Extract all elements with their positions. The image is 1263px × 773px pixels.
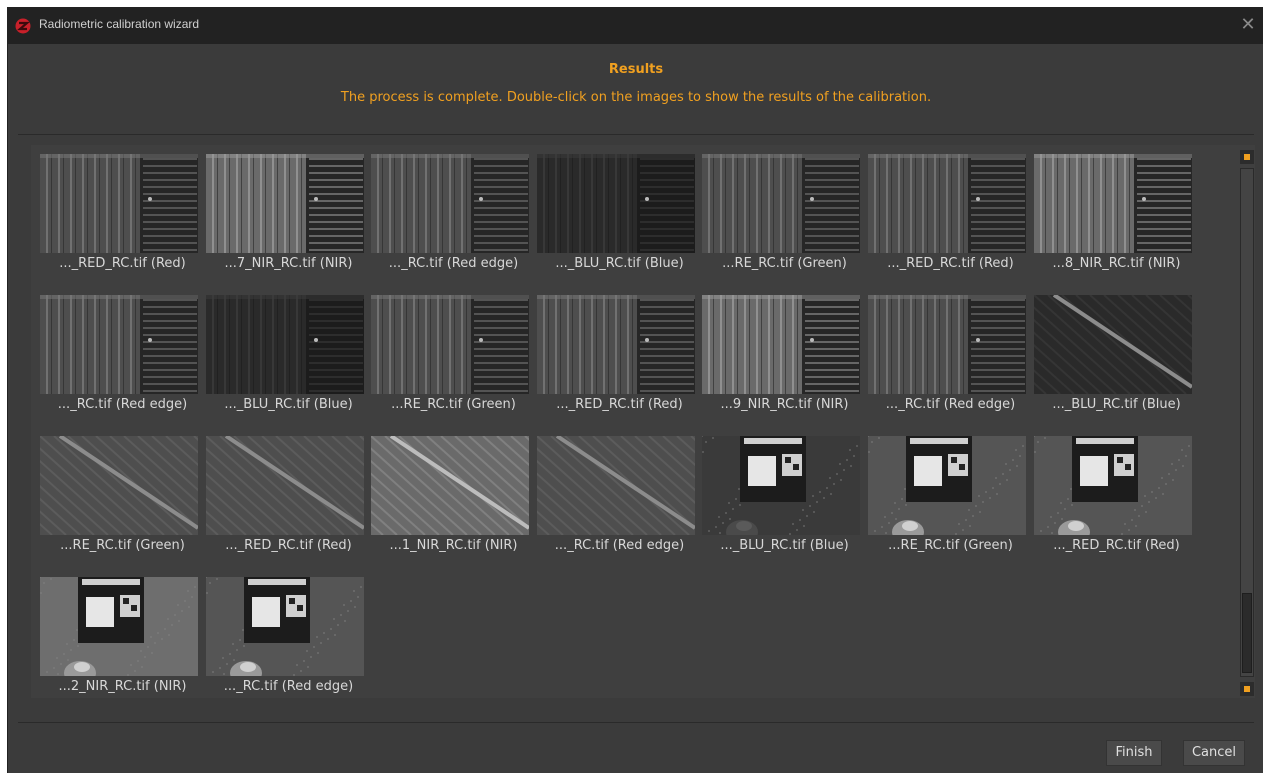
image-thumbnail[interactable]	[868, 436, 1026, 535]
results-title: Results	[608, 62, 664, 77]
results-description: The process is complete. Double-click on…	[340, 90, 932, 105]
image-tile[interactable]: ..._BLU_RC.tif (Blue)	[1034, 295, 1199, 436]
image-label: ..._RED_RC.tif (Red)	[887, 256, 1014, 271]
image-thumbnail[interactable]	[206, 577, 364, 676]
image-label: ...2_NIR_RC.tif (NIR)	[58, 679, 187, 694]
image-label: ..._RC.tif (Red edge)	[57, 397, 188, 412]
image-thumbnail[interactable]	[40, 436, 198, 535]
image-thumbnail[interactable]	[537, 295, 695, 394]
image-tile[interactable]: ..._BLU_RC.tif (Blue)	[702, 436, 867, 577]
image-label: ..._RC.tif (Red edge)	[223, 679, 354, 694]
image-thumbnail[interactable]	[206, 154, 364, 253]
scrollbar-track[interactable]	[1240, 168, 1254, 677]
image-label: ...RE_RC.tif (Green)	[722, 256, 847, 271]
image-label: ..._BLU_RC.tif (Blue)	[555, 256, 684, 271]
image-thumbnail[interactable]	[371, 154, 529, 253]
image-thumbnail[interactable]	[206, 295, 364, 394]
image-thumbnail[interactable]	[371, 295, 529, 394]
image-thumbnail[interactable]	[702, 295, 860, 394]
image-tile[interactable]: ..._RED_RC.tif (Red)	[40, 154, 205, 295]
image-tile[interactable]: ...8_NIR_RC.tif (NIR)	[1034, 154, 1199, 295]
image-label: ..._BLU_RC.tif (Blue)	[1052, 397, 1181, 412]
image-label: ...9_NIR_RC.tif (NIR)	[720, 397, 849, 412]
image-label: ...RE_RC.tif (Green)	[888, 538, 1013, 553]
image-tile[interactable]: ...9_NIR_RC.tif (NIR)	[702, 295, 867, 436]
image-label: ..._BLU_RC.tif (Blue)	[720, 538, 849, 553]
image-tile[interactable]: ..._RED_RC.tif (Red)	[206, 436, 371, 577]
title-bar: Radiometric calibration wizard ✕	[8, 7, 1263, 44]
image-tile[interactable]: ...7_NIR_RC.tif (NIR)	[206, 154, 371, 295]
image-tile[interactable]: ..._BLU_RC.tif (Blue)	[206, 295, 371, 436]
footer-divider	[18, 722, 1254, 723]
close-icon[interactable]: ✕	[1238, 15, 1258, 35]
image-tile[interactable]: ..._RC.tif (Red edge)	[868, 295, 1033, 436]
image-label: ...RE_RC.tif (Green)	[391, 397, 516, 412]
image-label: ..._RED_RC.tif (Red)	[225, 538, 352, 553]
image-label: ..._RED_RC.tif (Red)	[59, 256, 186, 271]
image-label: ..._RC.tif (Red edge)	[388, 256, 519, 271]
image-label: ..._BLU_RC.tif (Blue)	[224, 397, 353, 412]
image-label: ..._RC.tif (Red edge)	[885, 397, 1016, 412]
image-thumbnail[interactable]	[537, 154, 695, 253]
image-thumbnail[interactable]	[371, 436, 529, 535]
image-thumbnail[interactable]	[702, 154, 860, 253]
image-label: ..._RC.tif (Red edge)	[554, 538, 685, 553]
image-label: ...7_NIR_RC.tif (NIR)	[224, 256, 353, 271]
image-tile[interactable]: ..._RED_RC.tif (Red)	[1034, 436, 1199, 577]
image-tile[interactable]: ...RE_RC.tif (Green)	[868, 436, 1033, 577]
image-thumbnail[interactable]	[206, 436, 364, 535]
image-thumbnail[interactable]	[40, 154, 198, 253]
image-tile[interactable]: ..._RED_RC.tif (Red)	[537, 295, 702, 436]
image-tile[interactable]: ...RE_RC.tif (Green)	[40, 436, 205, 577]
image-label: ...8_NIR_RC.tif (NIR)	[1052, 256, 1181, 271]
image-tile[interactable]: ...2_NIR_RC.tif (NIR)	[40, 577, 205, 718]
image-thumbnail[interactable]	[868, 154, 1026, 253]
cancel-button[interactable]: Cancel	[1183, 740, 1245, 766]
image-label: ...RE_RC.tif (Green)	[60, 538, 185, 553]
image-thumbnail[interactable]	[40, 577, 198, 676]
wizard-header: Results The process is complete. Double-…	[8, 44, 1263, 135]
image-thumbnail[interactable]	[40, 295, 198, 394]
image-tile[interactable]: ...1_NIR_RC.tif (NIR)	[371, 436, 536, 577]
scrollbar-thumb[interactable]	[1242, 593, 1252, 673]
image-thumbnail[interactable]	[868, 295, 1026, 394]
image-tile[interactable]: ..._RC.tif (Red edge)	[371, 154, 536, 295]
header-divider	[18, 134, 1254, 135]
image-tile[interactable]: ..._BLU_RC.tif (Blue)	[537, 154, 702, 295]
image-tile[interactable]: ..._RC.tif (Red edge)	[206, 577, 371, 718]
scroll-up-button[interactable]	[1240, 150, 1254, 164]
image-thumbnail[interactable]	[1034, 436, 1192, 535]
wizard-window: Radiometric calibration wizard ✕ Results…	[7, 7, 1263, 773]
finish-button[interactable]: Finish	[1106, 740, 1162, 766]
image-thumbnail[interactable]	[1034, 154, 1192, 253]
scroll-down-button[interactable]	[1240, 682, 1254, 696]
image-tile[interactable]: ..._RED_RC.tif (Red)	[868, 154, 1033, 295]
image-thumbnail[interactable]	[702, 436, 860, 535]
image-tile[interactable]: ...RE_RC.tif (Green)	[702, 154, 867, 295]
image-gallery: ..._RED_RC.tif (Red) ...7_NIR_RC.tif (NIR…	[31, 145, 1255, 698]
window-title: Radiometric calibration wizard	[39, 17, 200, 31]
image-label: ..._RED_RC.tif (Red)	[556, 397, 683, 412]
gallery-scrollbar[interactable]	[1240, 150, 1254, 696]
image-tile[interactable]: ..._RC.tif (Red edge)	[537, 436, 702, 577]
image-label: ..._RED_RC.tif (Red)	[1053, 538, 1180, 553]
image-label: ...1_NIR_RC.tif (NIR)	[389, 538, 518, 553]
image-tile[interactable]: ..._RC.tif (Red edge)	[40, 295, 205, 436]
image-thumbnail[interactable]	[1034, 295, 1192, 394]
app-logo-icon	[15, 18, 31, 34]
image-thumbnail[interactable]	[537, 436, 695, 535]
image-tile[interactable]: ...RE_RC.tif (Green)	[371, 295, 536, 436]
